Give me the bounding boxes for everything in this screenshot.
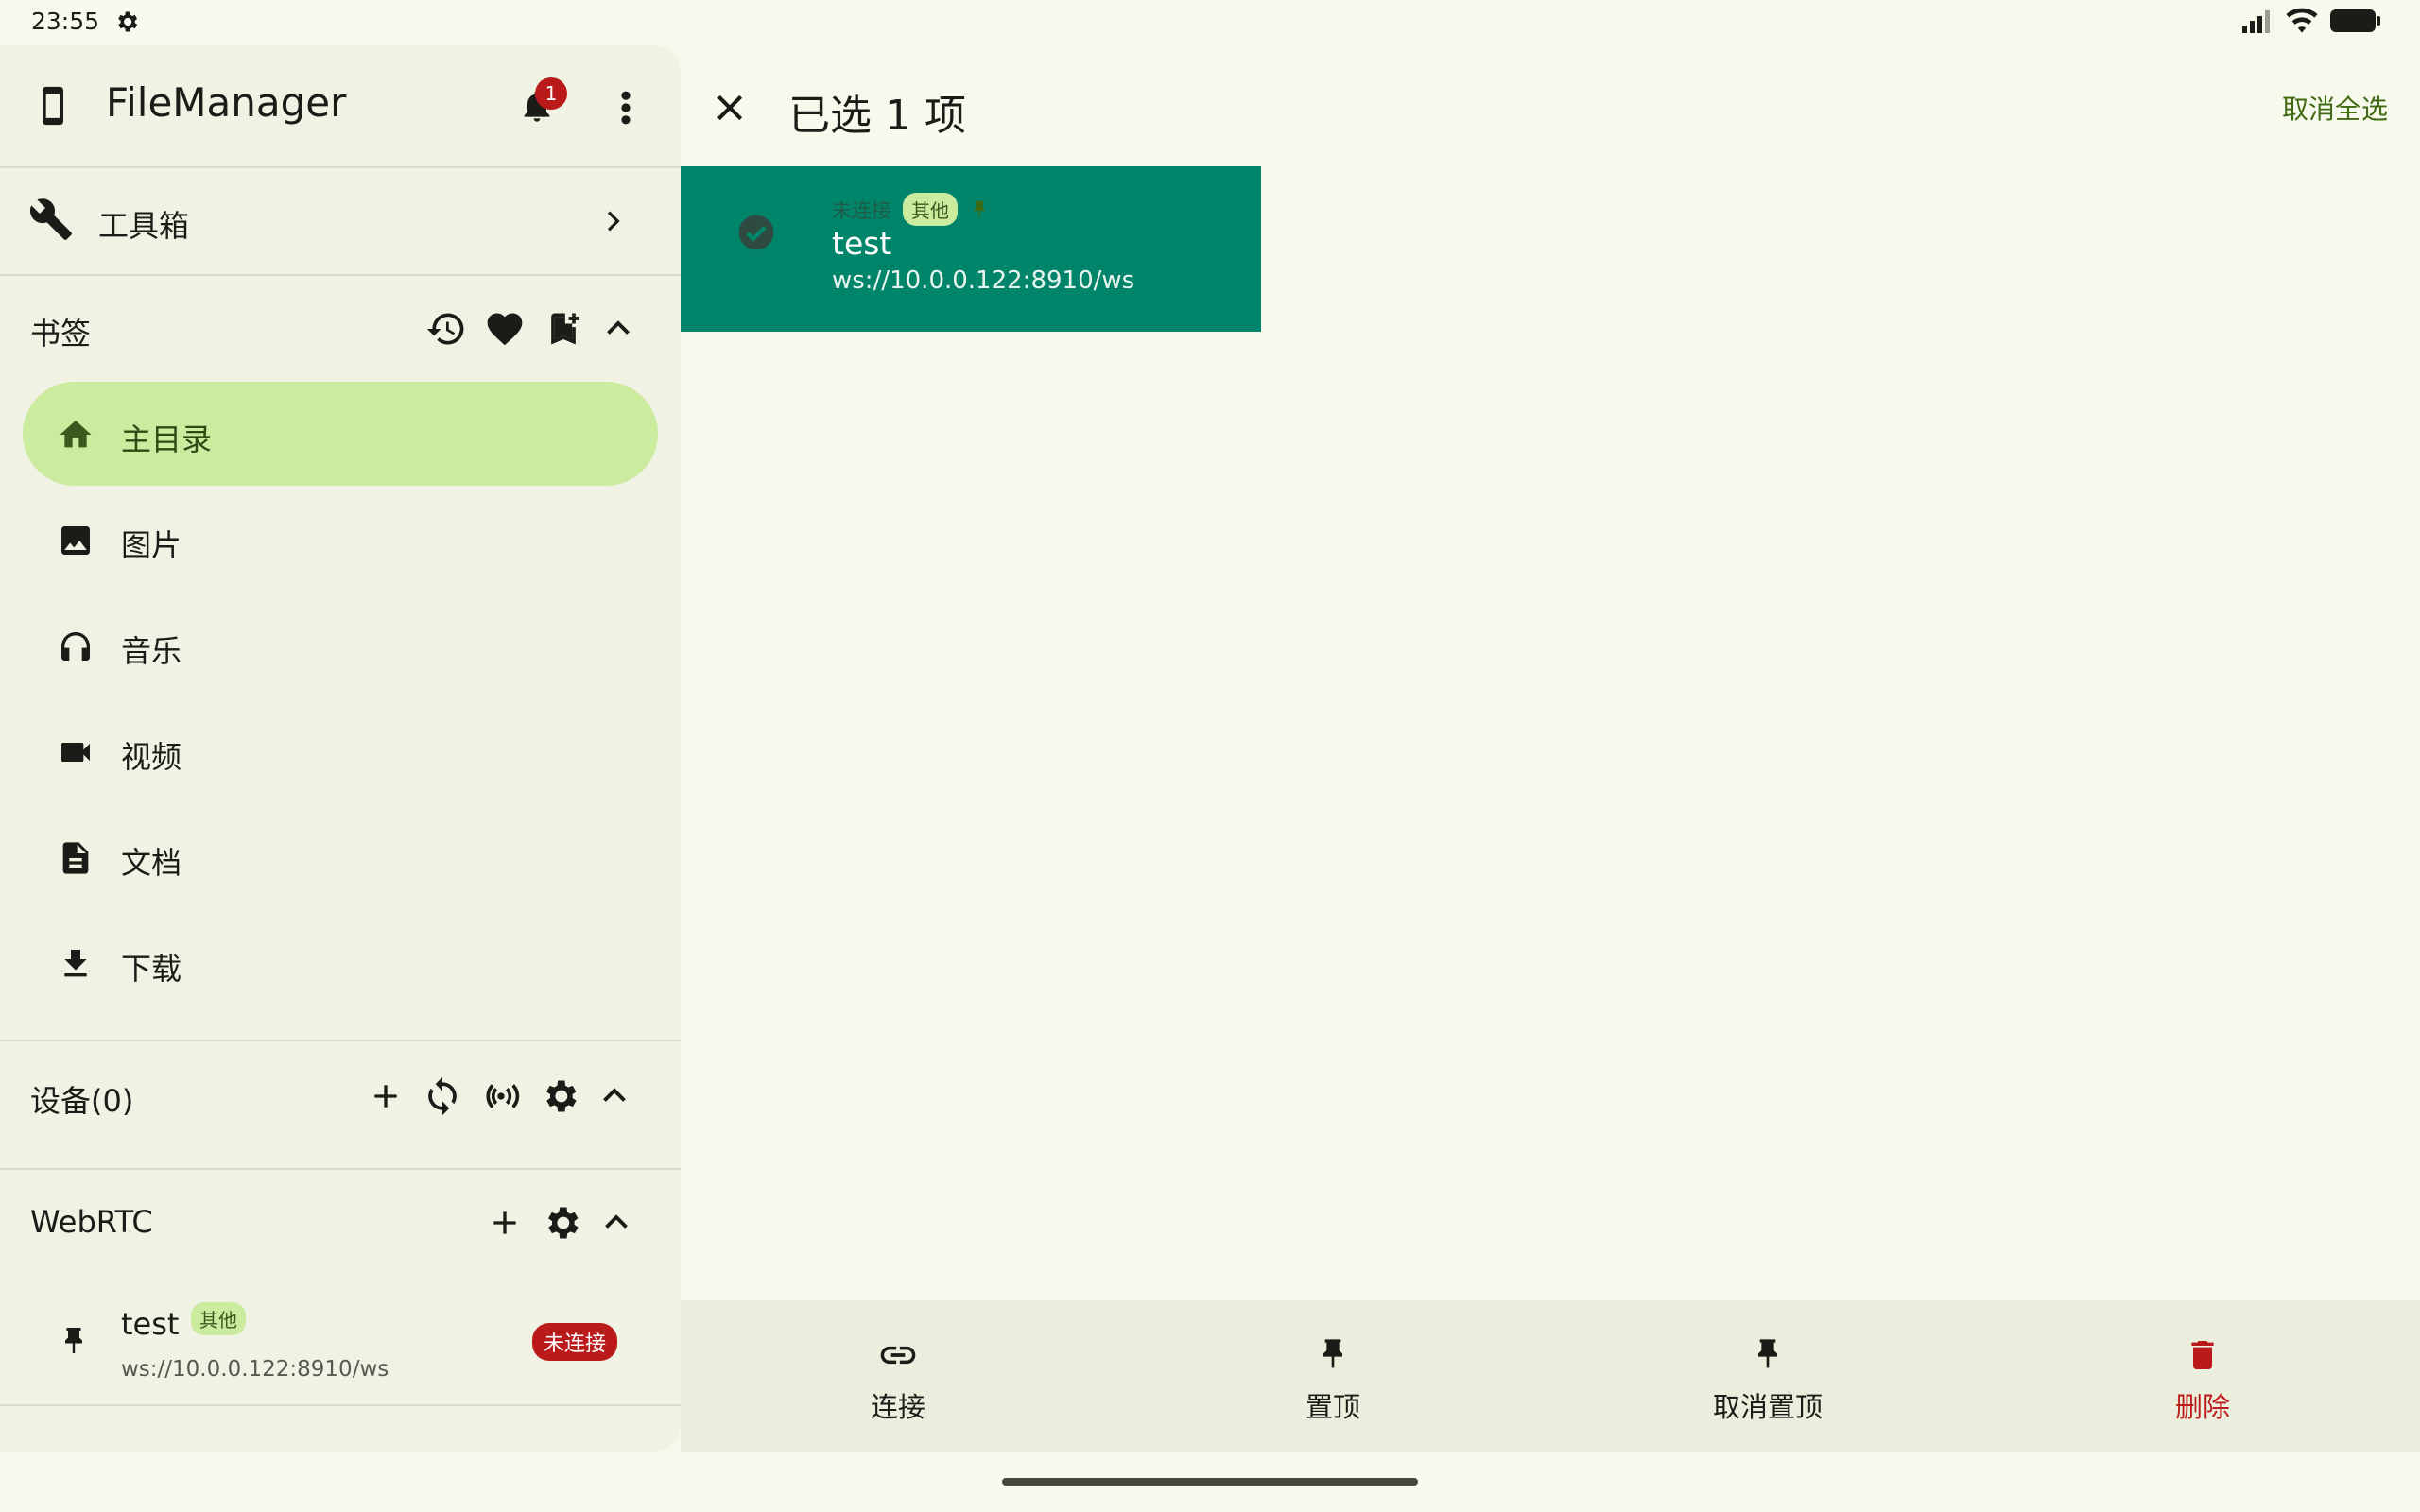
connection-name: test (832, 225, 892, 262)
app-title: FileManager (106, 79, 347, 126)
category-tag: 其他 (191, 1302, 246, 1335)
chevron-right-icon (597, 206, 628, 236)
deselect-all-button[interactable]: 取消全选 (2282, 89, 2388, 127)
signal-icon (2240, 9, 2274, 33)
headphones-icon (57, 627, 95, 665)
broadcast-icon[interactable] (480, 1075, 522, 1117)
bookmark-label: 图片 (121, 527, 182, 563)
connect-button[interactable]: 连接 (681, 1300, 1115, 1452)
check-circle-icon[interactable] (735, 212, 777, 253)
pin-icon (969, 198, 990, 222)
collapse-icon[interactable] (599, 1206, 633, 1240)
divider (0, 274, 681, 276)
bookmark-item-home[interactable]: 主目录 (23, 382, 658, 486)
settings-icon[interactable] (539, 1075, 580, 1117)
wifi-icon (2286, 8, 2318, 34)
settings-icon (113, 9, 140, 35)
connection-name: test (121, 1306, 180, 1342)
bookmark-item-music[interactable]: 音乐 (23, 593, 658, 697)
phone-icon (32, 83, 74, 129)
bookmark-item-videos[interactable]: 视频 (23, 699, 658, 803)
add-icon[interactable] (486, 1204, 524, 1242)
unpin-icon (1749, 1334, 1787, 1376)
connection-url: ws://10.0.0.122:8910/ws (121, 1357, 389, 1382)
connection-card-selected[interactable]: 未连接 其他 test ws://10.0.0.122:8910/ws (681, 166, 1261, 332)
pin-label: 置顶 (1305, 1391, 1360, 1423)
delete-button[interactable]: 删除 (1985, 1300, 2420, 1452)
connect-label: 连接 (870, 1391, 925, 1423)
battery-icon (2329, 9, 2382, 33)
status-bar: 23:55 (0, 0, 2420, 43)
unpin-button[interactable]: 取消置顶 (1550, 1300, 1985, 1452)
bottom-action-bar: 连接 置顶 取消置顶 删除 (681, 1300, 2420, 1452)
devices-header: 设备(0) (0, 1043, 681, 1147)
status-text: 未连接 (832, 198, 891, 222)
webrtc-header: WebRTC (0, 1172, 681, 1276)
status-badge: 未连接 (532, 1323, 618, 1361)
bookmark-item-pictures[interactable]: 图片 (23, 488, 658, 592)
pin-icon (1314, 1334, 1352, 1376)
bookmark-label: 下载 (121, 951, 182, 987)
bookmark-label: 视频 (121, 739, 182, 775)
delete-icon (2184, 1334, 2221, 1376)
collapse-icon[interactable] (601, 312, 635, 346)
selection-toolbar: 已选 1 项 取消全选 (681, 45, 2420, 166)
document-icon (57, 839, 95, 877)
wrench-icon (28, 197, 74, 242)
delete-label: 删除 (2174, 1391, 2230, 1423)
video-icon (57, 733, 95, 771)
home-indicator[interactable] (1002, 1478, 1418, 1486)
collapse-icon[interactable] (597, 1079, 631, 1113)
bookmark-label: 文档 (121, 845, 182, 881)
bookmark-item-documents[interactable]: 文档 (23, 805, 658, 909)
image-icon (57, 522, 95, 559)
bookmark-label: 主目录 (121, 421, 213, 457)
home-icon (57, 416, 95, 454)
connection-url: ws://10.0.0.122:8910/ws (832, 266, 1135, 295)
toolbox-row[interactable]: 工具箱 (0, 168, 681, 274)
bookmark-label: 音乐 (121, 633, 182, 669)
settings-icon[interactable] (541, 1202, 582, 1244)
notification-badge: 1 (535, 77, 567, 110)
add-icon[interactable] (367, 1077, 405, 1115)
divider (0, 1040, 681, 1041)
category-tag: 其他 (903, 193, 958, 226)
selection-title: 已选 1 项 (788, 92, 966, 140)
link-icon (877, 1334, 919, 1376)
favorite-icon[interactable] (484, 308, 526, 350)
more-vert-icon[interactable] (613, 87, 639, 129)
drawer-header: FileManager 1 (0, 45, 681, 166)
download-icon (57, 945, 95, 983)
divider (0, 1168, 681, 1170)
close-icon[interactable] (711, 89, 749, 127)
bookmarks-header: 书签 (0, 280, 681, 384)
history-icon[interactable] (425, 308, 467, 350)
unpin-label: 取消置顶 (1712, 1391, 1823, 1423)
pin-icon (57, 1321, 91, 1363)
status-time: 23:55 (31, 8, 100, 35)
webrtc-title: WebRTC (30, 1204, 153, 1240)
navigation-drawer: FileManager 1 工具箱 书签 主目录 图片 音乐 视频 文档 下载 … (0, 45, 681, 1452)
card-meta: 未连接 其他 (832, 193, 990, 226)
sync-icon[interactable] (422, 1075, 463, 1117)
divider (0, 1404, 681, 1406)
pin-button[interactable]: 置顶 (1115, 1300, 1550, 1452)
devices-title: 设备(0) (30, 1083, 134, 1119)
bookmark-item-downloads[interactable]: 下载 (23, 911, 658, 1015)
bookmarks-title: 书签 (30, 316, 92, 352)
toolbox-label: 工具箱 (98, 208, 190, 244)
bookmark-add-icon[interactable] (543, 308, 584, 350)
